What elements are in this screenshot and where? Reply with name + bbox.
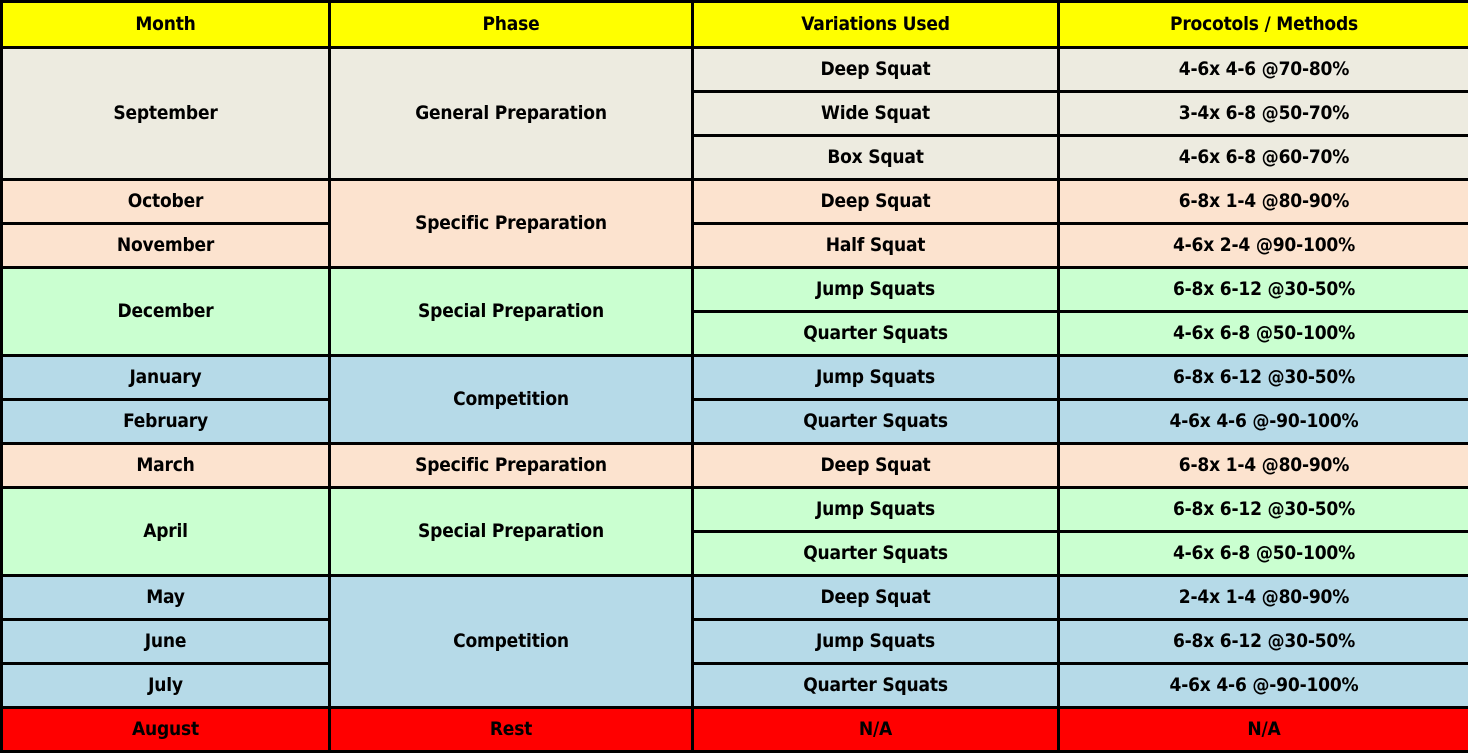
cell-protocol: 6-8x 6-12 @30-50% xyxy=(1059,356,1468,400)
column-header-variations: Variations Used xyxy=(693,2,1059,48)
table-row: February Quarter Squats4-6x 4-6 @-90-100% xyxy=(2,400,1468,444)
cell-month: September xyxy=(2,48,330,180)
cell-month: April xyxy=(2,488,330,576)
column-header-month: Month xyxy=(2,2,330,48)
cell-variation: N/A xyxy=(693,708,1059,752)
cell-variation: Jump Squats xyxy=(693,620,1059,664)
cell-protocol: 6-8x 6-12 @30-50% xyxy=(1059,268,1468,312)
cell-month: January xyxy=(2,356,330,400)
cell-month: June xyxy=(2,620,330,664)
cell-protocol: 4-6x 6-8 @50-100% xyxy=(1059,312,1468,356)
header-row: Month Phase Variations Used Procotols / … xyxy=(2,2,1468,48)
cell-phase: Competition xyxy=(330,576,693,708)
table-row: OctoberSpecific PreparationDeep Squat6-8… xyxy=(2,180,1468,224)
table-body: SeptemberGeneral PreparationDeep Squat4-… xyxy=(2,48,1468,752)
cell-variation: Jump Squats xyxy=(693,356,1059,400)
cell-protocol: 6-8x 6-12 @30-50% xyxy=(1059,488,1468,532)
cell-protocol: 6-8x 6-12 @30-50% xyxy=(1059,620,1468,664)
cell-protocol: 4-6x 4-6 @-90-100% xyxy=(1059,400,1468,444)
table-row: MayCompetitionDeep Squat2-4x 1-4 @80-90% xyxy=(2,576,1468,620)
table-row: DecemberSpecial PreparationJump Squats6-… xyxy=(2,268,1468,312)
periodization-table: Month Phase Variations Used Procotols / … xyxy=(0,0,1468,753)
cell-phase: Competition xyxy=(330,356,693,444)
cell-variation: Half Squat xyxy=(693,224,1059,268)
cell-protocol: 6-8x 1-4 @80-90% xyxy=(1059,180,1468,224)
cell-protocol: 4-6x 4-6 @-90-100% xyxy=(1059,664,1468,708)
cell-variation: Quarter Squats xyxy=(693,664,1059,708)
cell-protocol: 4-6x 6-8 @50-100% xyxy=(1059,532,1468,576)
cell-phase: Special Preparation xyxy=(330,268,693,356)
cell-protocol: 4-6x 4-6 @70-80% xyxy=(1059,48,1468,92)
cell-phase: Specific Preparation xyxy=(330,444,693,488)
cell-variation: Box Squat xyxy=(693,136,1059,180)
cell-protocol: 2-4x 1-4 @80-90% xyxy=(1059,576,1468,620)
table-row: JanuaryCompetitionJump Squats6-8x 6-12 @… xyxy=(2,356,1468,400)
cell-month: November xyxy=(2,224,330,268)
cell-month: October xyxy=(2,180,330,224)
table-row: AugustRestN/AN/A xyxy=(2,708,1468,752)
column-header-protocols: Procotols / Methods xyxy=(1059,2,1468,48)
cell-month: March xyxy=(2,444,330,488)
cell-protocol: 4-6x 6-8 @60-70% xyxy=(1059,136,1468,180)
column-header-phase: Phase xyxy=(330,2,693,48)
cell-protocol: 6-8x 1-4 @80-90% xyxy=(1059,444,1468,488)
table-row: June Jump Squats6-8x 6-12 @30-50% xyxy=(2,620,1468,664)
cell-protocol: N/A xyxy=(1059,708,1468,752)
cell-month: July xyxy=(2,664,330,708)
cell-variation: Jump Squats xyxy=(693,268,1059,312)
cell-month: February xyxy=(2,400,330,444)
cell-phase: General Preparation xyxy=(330,48,693,180)
cell-variation: Quarter Squats xyxy=(693,532,1059,576)
cell-variation: Deep Squat xyxy=(693,576,1059,620)
cell-variation: Wide Squat xyxy=(693,92,1059,136)
cell-month: May xyxy=(2,576,330,620)
cell-phase: Rest xyxy=(330,708,693,752)
cell-variation: Deep Squat xyxy=(693,48,1059,92)
cell-protocol: 4-6x 2-4 @90-100% xyxy=(1059,224,1468,268)
table-row: SeptemberGeneral PreparationDeep Squat4-… xyxy=(2,48,1468,92)
table-row: MarchSpecific PreparationDeep Squat6-8x … xyxy=(2,444,1468,488)
cell-variation: Deep Squat xyxy=(693,444,1059,488)
cell-phase: Special Preparation xyxy=(330,488,693,576)
table-row: November Half Squat4-6x 2-4 @90-100% xyxy=(2,224,1468,268)
cell-phase: Specific Preparation xyxy=(330,180,693,268)
cell-variation: Deep Squat xyxy=(693,180,1059,224)
cell-variation: Quarter Squats xyxy=(693,400,1059,444)
table-row: AprilSpecial PreparationJump Squats6-8x … xyxy=(2,488,1468,532)
table-header: Month Phase Variations Used Procotols / … xyxy=(2,2,1468,48)
cell-variation: Quarter Squats xyxy=(693,312,1059,356)
cell-protocol: 3-4x 6-8 @50-70% xyxy=(1059,92,1468,136)
table-row: July Quarter Squats4-6x 4-6 @-90-100% xyxy=(2,664,1468,708)
cell-month: August xyxy=(2,708,330,752)
cell-month: December xyxy=(2,268,330,356)
cell-variation: Jump Squats xyxy=(693,488,1059,532)
